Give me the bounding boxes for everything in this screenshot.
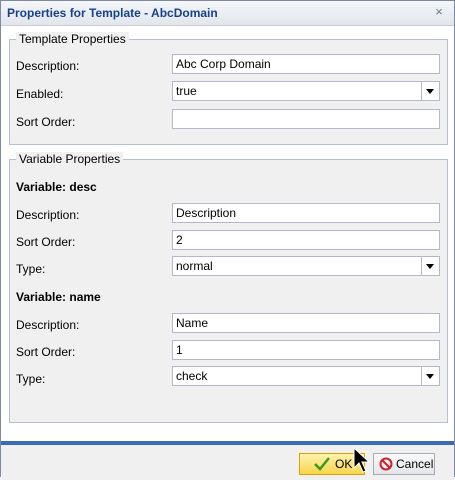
template-enabled-value: true bbox=[176, 84, 197, 98]
no-entry-icon bbox=[379, 457, 393, 471]
template-enabled-select[interactable]: true bbox=[172, 81, 440, 101]
template-enabled-label: Enabled: bbox=[16, 87, 64, 101]
variable-desc-title: Variable: desc bbox=[16, 180, 97, 194]
variable-desc-sort-order-label: Sort Order: bbox=[16, 235, 76, 249]
template-properties-legend: Template Properties bbox=[16, 32, 129, 46]
template-sort-order-input[interactable] bbox=[172, 109, 440, 129]
chevron-down-icon[interactable] bbox=[421, 82, 439, 100]
variable-desc-type-select[interactable]: normal bbox=[172, 256, 440, 276]
title-bar[interactable]: Properties for Template - AbcDomain × bbox=[1, 1, 454, 26]
variable-name-description-label: Description: bbox=[16, 318, 80, 332]
ok-button[interactable]: OK bbox=[299, 453, 365, 475]
cancel-button[interactable]: Cancel bbox=[373, 453, 435, 475]
close-icon[interactable]: × bbox=[432, 5, 446, 19]
variable-name-type-label: Type: bbox=[16, 372, 46, 386]
dialog-title: Properties for Template - AbcDomain bbox=[7, 6, 218, 20]
variable-name-title: Variable: name bbox=[16, 290, 101, 304]
variable-name-type-select[interactable]: check bbox=[172, 366, 440, 386]
variable-desc-type-label: Type: bbox=[16, 262, 46, 276]
dialog-footer: OK Cancel bbox=[1, 441, 454, 480]
template-description-label: Description: bbox=[16, 59, 80, 73]
variable-name-sort-order-input[interactable] bbox=[172, 340, 440, 360]
cancel-label: Cancel bbox=[396, 457, 434, 471]
variable-name-description-input[interactable] bbox=[172, 313, 440, 333]
template-description-input[interactable] bbox=[172, 54, 440, 74]
variable-name-type-value: check bbox=[176, 369, 208, 383]
variable-properties-legend: Variable Properties bbox=[16, 152, 124, 166]
properties-dialog: Properties for Template - AbcDomain × Te… bbox=[0, 0, 455, 480]
variable-name-sort-order-label: Sort Order: bbox=[16, 345, 76, 359]
ok-label: OK bbox=[335, 457, 353, 471]
chevron-down-icon[interactable] bbox=[421, 257, 439, 275]
chevron-down-icon[interactable] bbox=[421, 367, 439, 385]
variable-desc-description-label: Description: bbox=[16, 208, 80, 222]
variable-desc-description-input[interactable] bbox=[172, 203, 440, 223]
variable-desc-sort-order-input[interactable] bbox=[172, 230, 440, 250]
template-sort-order-label: Sort Order: bbox=[16, 115, 76, 129]
check-icon bbox=[314, 457, 330, 471]
dialog-body: Template Properties Description: Enabled… bbox=[1, 26, 454, 441]
variable-desc-type-value: normal bbox=[176, 259, 213, 273]
